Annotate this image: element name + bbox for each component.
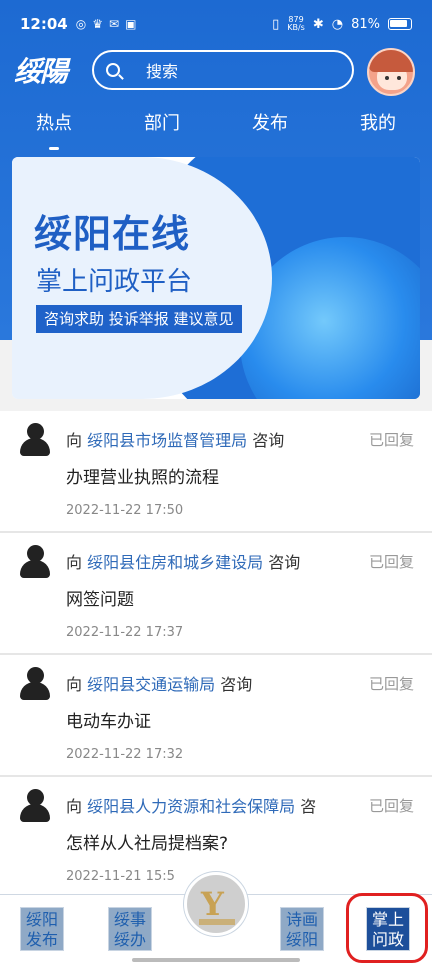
inquiry-prefix: 向 <box>66 553 83 572</box>
status-icons: ◎ ♛ ✉ ▣ <box>76 17 137 31</box>
brand-logo-icon: Y <box>201 885 224 923</box>
inquiry-suffix: 咨询 <box>220 675 253 694</box>
highlight-ring <box>346 893 428 963</box>
notification-icon: ◎ <box>75 17 87 31</box>
nav-label: 诗画 <box>285 910 318 929</box>
search-placeholder: 搜索 <box>146 62 179 81</box>
tab-mine[interactable]: 我的 <box>324 104 432 150</box>
user-icon <box>18 667 52 701</box>
net-speed: 879 KB/s <box>287 16 305 32</box>
inquiry-time: 2022-11-22 17:50 <box>66 503 184 518</box>
inquiry-suffix: 咨询 <box>268 553 301 572</box>
home-indicator[interactable] <box>132 958 300 962</box>
status-bar: 12:04 ◎ ♛ ✉ ▣ ▯ 879 KB/s ✱ ◔ 81% <box>0 0 432 48</box>
department-link[interactable]: 绥阳县交通运输局 <box>87 675 215 694</box>
user-icon <box>18 545 52 579</box>
inquiry-target: 向 绥阳县交通运输局 咨询 <box>66 671 356 695</box>
top-tabs: 热点 部门 发布 我的 <box>0 104 432 150</box>
tab-publish[interactable]: 发布 <box>216 104 324 150</box>
inquiry-suffix: 咨询 <box>252 431 285 450</box>
inquiry-list: 向 绥阳县市场监督管理局 咨询 已回复 办理营业执照的流程 2022-11-22… <box>0 411 432 899</box>
status-badge: 已回复 <box>368 797 414 815</box>
inquiry-prefix: 向 <box>66 431 83 450</box>
inquiry-target: 向 绥阳县人力资源和社会保障局 咨 <box>66 793 356 817</box>
search-input[interactable]: 搜索 <box>92 50 354 90</box>
nav-label: 绥事 <box>113 910 146 929</box>
department-link[interactable]: 绥阳县人力资源和社会保障局 <box>87 797 295 816</box>
nav-label: 绥阳 <box>285 930 318 949</box>
battery-icon <box>388 18 412 30</box>
inquiry-suffix: 咨 <box>300 797 317 816</box>
department-link[interactable]: 绥阳县市场监督管理局 <box>87 431 247 450</box>
search-icon <box>106 63 120 77</box>
center-home-button[interactable]: Y <box>184 872 248 936</box>
banner-subtitle: 掌上问政平台 <box>36 267 193 297</box>
app-logo: 绥陽 <box>14 55 68 88</box>
user-avatar[interactable] <box>367 48 415 96</box>
avatar-hair <box>369 50 413 72</box>
promo-banner[interactable]: 绥阳在线 掌上问政平台 咨询求助 投诉举报 建议意见 <box>12 157 420 399</box>
inquiry-title: 办理营业执照的流程 <box>66 468 219 488</box>
inquiry-title: 网签问题 <box>66 590 134 610</box>
nav-label: 绥办 <box>113 930 146 949</box>
inquiry-target: 向 绥阳县市场监督管理局 咨询 <box>66 427 356 451</box>
crown-icon: ♛ <box>92 17 103 31</box>
inquiry-time: 2022-11-21 15:5 <box>66 869 175 884</box>
inquiry-prefix: 向 <box>66 797 83 816</box>
inquiry-target: 向 绥阳县住房和城乡建设局 咨询 <box>66 549 356 573</box>
inquiry-title: 怎样从人社局提档案? <box>66 834 229 854</box>
user-icon <box>18 789 52 823</box>
net-speed-unit: KB/s <box>287 23 305 32</box>
battery-percent: 81% <box>351 16 380 32</box>
status-badge: 已回复 <box>368 675 414 693</box>
banner-tagline: 咨询求助 投诉举报 建议意见 <box>36 305 242 333</box>
avatar-eye <box>397 76 401 80</box>
tab-departments[interactable]: 部门 <box>108 104 216 150</box>
vibrate-icon: ▯ <box>272 16 280 32</box>
bluetooth-icon: ✱ <box>312 16 324 32</box>
inquiry-time: 2022-11-22 17:37 <box>66 625 184 640</box>
app-icon: ▣ <box>125 17 137 31</box>
user-icon <box>18 423 52 457</box>
banner-title: 绥阳在线 <box>34 212 191 256</box>
status-badge: 已回复 <box>368 431 414 449</box>
clock: 12:04 <box>20 15 68 33</box>
department-link[interactable]: 绥阳县住房和城乡建设局 <box>87 553 263 572</box>
inquiry-time: 2022-11-22 17:32 <box>66 747 184 762</box>
inquiry-prefix: 向 <box>66 675 83 694</box>
inquiry-title: 电动车办证 <box>66 712 151 732</box>
tab-hot[interactable]: 热点 <box>0 104 108 150</box>
nav-suiyang-publish[interactable]: 绥阳 发布 <box>20 907 64 951</box>
nav-shihua-suiyang[interactable]: 诗画 绥阳 <box>280 907 324 951</box>
nav-label: 发布 <box>25 930 58 949</box>
nav-suishi-suiban[interactable]: 绥事 绥办 <box>108 907 152 951</box>
avatar-eye <box>385 76 389 80</box>
list-item[interactable]: 向 绥阳县住房和城乡建设局 咨询 已回复 网签问题 2022-11-22 17:… <box>0 533 432 655</box>
brand-logo-bar <box>199 919 235 925</box>
mail-icon: ✉ <box>109 17 120 31</box>
nav-label: 绥阳 <box>25 910 58 929</box>
wifi-icon: ◔ <box>331 16 344 32</box>
list-item[interactable]: 向 绥阳县市场监督管理局 咨询 已回复 办理营业执照的流程 2022-11-22… <box>0 411 432 533</box>
status-badge: 已回复 <box>368 553 414 571</box>
list-item[interactable]: 向 绥阳县交通运输局 咨询 已回复 电动车办证 2022-11-22 17:32 <box>0 655 432 777</box>
